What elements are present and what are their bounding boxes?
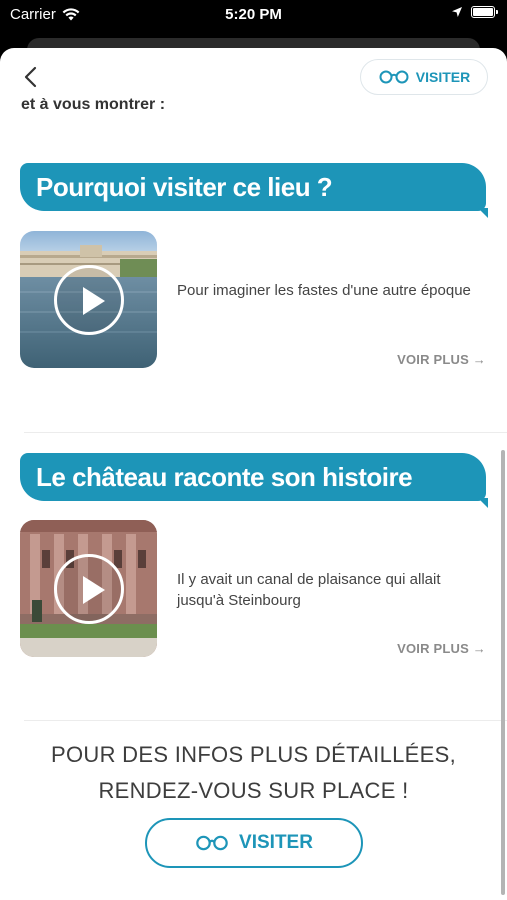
visit-button-top-label: VISITER bbox=[415, 69, 471, 85]
footer-info-text: POUR DES INFOS PLUS DÉTAILLÉES, RENDEZ-V… bbox=[0, 737, 507, 809]
visit-button-bottom-label: VISITER bbox=[239, 832, 313, 853]
content-sheet: VISITER et à vous montrer : Pourquoi vis… bbox=[0, 48, 507, 900]
battery-icon bbox=[471, 6, 498, 18]
status-bar: Carrier 5:20 PM bbox=[0, 0, 507, 30]
chevron-left-icon bbox=[24, 66, 37, 88]
footer-line-1: POUR DES INFOS PLUS DÉTAILLÉES, bbox=[51, 742, 456, 767]
section-header-why-visit: Pourquoi visiter ce lieu ? bbox=[20, 163, 488, 218]
see-more-link-castle-history[interactable]: VOIR PLUS → bbox=[397, 641, 486, 656]
status-time: 5:20 PM bbox=[225, 6, 282, 23]
visit-button-bottom[interactable]: VISITER bbox=[145, 818, 363, 868]
divider bbox=[24, 720, 507, 721]
section-description-castle-history: Il y avait un canal de plaisance qui all… bbox=[177, 571, 441, 609]
glasses-icon bbox=[379, 70, 409, 84]
status-right bbox=[451, 6, 498, 18]
visit-button-top[interactable]: VISITER bbox=[360, 59, 488, 95]
footer-line-2: RENDEZ-VOUS SUR PLACE ! bbox=[98, 778, 409, 803]
section-description-why-visit: Pour imaginer les fastes d'une autre épo… bbox=[177, 282, 471, 299]
play-icon bbox=[54, 554, 124, 624]
see-more-link-why-visit[interactable]: VOIR PLUS → bbox=[397, 352, 486, 367]
section-header-castle-history: Le château raconte son histoire bbox=[20, 453, 488, 508]
back-button[interactable] bbox=[17, 64, 43, 90]
intro-text: et à vous montrer : bbox=[21, 98, 166, 113]
scrollbar[interactable] bbox=[501, 450, 505, 895]
glasses-icon bbox=[196, 835, 228, 851]
divider bbox=[24, 432, 507, 433]
location-arrow-icon bbox=[452, 7, 462, 17]
video-thumbnail-why-visit[interactable] bbox=[20, 231, 157, 368]
play-icon bbox=[54, 265, 124, 335]
video-thumbnail-castle-history[interactable] bbox=[20, 520, 157, 657]
